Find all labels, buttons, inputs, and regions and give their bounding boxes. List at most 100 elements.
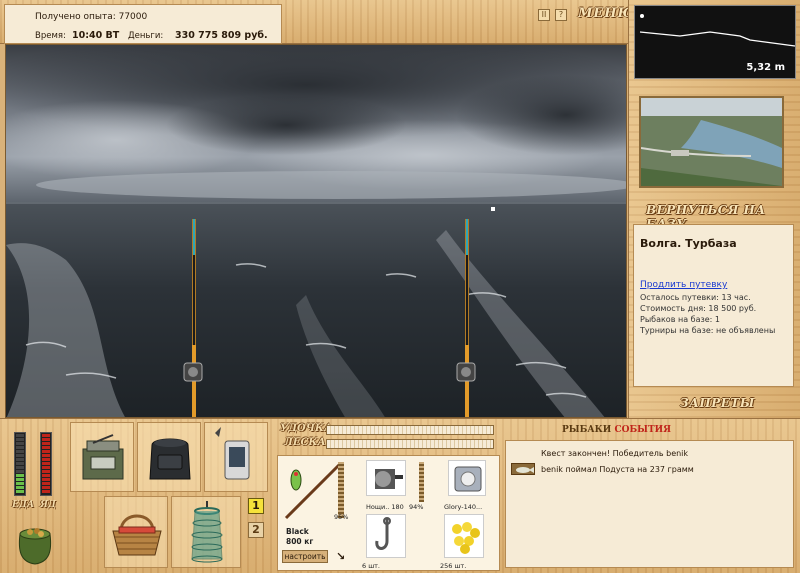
pause-button[interactable]: II [538,9,550,21]
fishers-tab[interactable]: РЫБАКИ [562,425,611,435]
menu-button[interactable]: МЕНЮ [578,6,635,21]
meter-segment [42,454,50,457]
backpack-icon [149,438,191,480]
meter-segment [16,438,24,441]
remaining-text: Осталось путевки: 13 час. [640,293,751,302]
pause-icon: II [541,10,547,19]
phone-icon [215,427,250,480]
tackle-box-icon [82,434,124,480]
meter-segment [16,470,24,473]
depth-value: 5,32 m [746,62,785,73]
basket-slot[interactable] [104,496,168,568]
events-list: Квест закончен! Победитель benik benik п… [505,440,794,568]
line-bar-label: ЛЕСКА [284,437,326,448]
help-icon: ? [558,10,564,19]
keepnet-icon [191,501,223,563]
rod-percent: 95% [334,513,349,521]
meter-segment [42,482,50,485]
setup-button[interactable]: настроить [282,550,328,563]
time-label: Время: [35,31,66,41]
line-name: Glory-140... [444,503,483,511]
bait-slot[interactable] [444,514,484,558]
meter-segment [42,478,50,481]
scene-view [6,45,626,417]
meter-segment [16,446,24,449]
picnic-basket-icon [112,514,162,556]
fishing-line-icon [454,466,482,492]
meter-segment [16,478,24,481]
rod-bar-label: УДОЧКА [280,423,333,434]
hook-icon [375,517,391,550]
fishing-scene[interactable] [5,44,627,418]
rod-name: Black [286,527,309,536]
food-meter [14,432,26,496]
meter-segment [16,458,24,461]
reel-slot[interactable] [366,460,406,496]
food-bag-icon[interactable] [12,520,58,566]
reel-name: Нощи.. 180 [366,503,404,511]
rod-tension-bar [326,425,494,435]
meter-segment [42,490,50,493]
meter-segment [16,466,24,469]
rod-weight: 800 кг [286,537,314,546]
tackle-setup-panel: Black 800 кг 95% Нощи.. 180 94% Glory-14… [277,455,500,571]
event-item: Квест закончен! Победитель benik [541,449,689,458]
time-value: 10:40 ВТ [72,30,120,41]
poison-label: ЯД [40,500,56,510]
tackle-box-slot[interactable] [70,422,134,492]
bans-button[interactable]: ЗАПРЕТЫ [680,396,755,410]
events-header: РЫБАКИ СОБЫТИЯ [562,425,671,435]
meter-segment [42,450,50,453]
meter-segment [42,466,50,469]
float-marker [491,207,495,211]
bait-count: 256 шт. [440,562,467,570]
meter-segment [42,486,50,489]
location-thumbnail [639,96,784,188]
poison-meter [40,432,52,496]
meter-segment [42,434,50,437]
rod-durability-gauge [338,462,344,518]
extend-trip-link[interactable]: Продлить путевку [640,280,727,290]
hook-slot[interactable] [366,514,406,558]
tournaments-text: Турниры на базе: не объявлены [640,326,776,335]
meter-segment [16,462,24,465]
location-title: Волга. Турбаза [640,237,737,250]
meter-segment [42,470,50,473]
reel-durability-gauge [419,462,424,502]
meter-segment [16,486,24,489]
drag-arrow-icon[interactable]: ↘ [336,550,345,563]
device-slot[interactable] [204,422,268,492]
meter-segment [16,474,24,477]
meter-segment [16,442,24,445]
fish-icon [511,463,535,475]
day-cost-text: Стоимость дня: 18 500 руб. [640,304,757,313]
event-item: benik поймал Подуста на 237 грамм [541,465,694,474]
reel-percent: 94% [409,503,424,511]
meter-segment [42,474,50,477]
depth-profile: 5,32 m [634,5,796,79]
meter-segment [16,482,24,485]
line-slot[interactable] [448,460,486,496]
meter-segment [16,454,24,457]
meter-segment [42,458,50,461]
meter-segment [42,462,50,465]
slot-1-button[interactable]: 1 [248,498,264,514]
corn-bait-icon [452,522,480,554]
help-button[interactable]: ? [555,9,567,21]
slot-2-button[interactable]: 2 [248,522,264,538]
meter-segment [42,438,50,441]
meter-segment [16,450,24,453]
money-label: Деньги: [128,31,164,41]
food-label: ЕДА [12,500,35,510]
meter-segment [16,434,24,437]
meter-segment [42,442,50,445]
keepnet-slot[interactable] [171,496,241,568]
status-panel: Получено опыта: 77000 Время: 10:40 ВТ Де… [4,4,282,44]
location-info-panel: Волга. Турбаза Продлить путевку Осталось… [633,224,794,387]
line-tension-bar [326,439,494,449]
location-image [641,98,782,186]
backpack-slot[interactable] [137,422,201,492]
events-panel: РЫБАКИ СОБЫТИЯ Квест закончен! Победител… [502,422,797,571]
events-tab[interactable]: СОБЫТИЯ [614,425,671,435]
meter-segment [42,446,50,449]
